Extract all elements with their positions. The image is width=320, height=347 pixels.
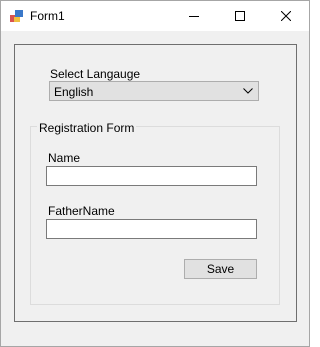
minimize-button[interactable] [171,1,217,31]
language-select[interactable]: English [49,81,259,101]
window-title: Form1 [30,9,65,23]
language-label: Select Langauge [50,67,141,81]
app-icon [10,9,24,23]
maximize-button[interactable] [217,1,263,31]
maximize-icon [235,11,245,21]
save-button[interactable]: Save [184,259,257,279]
father-name-input[interactable] [46,219,257,239]
father-name-label: FatherName [48,204,115,218]
language-selected-value: English [54,85,94,99]
main-panel: Select Langauge English Registration For… [14,44,297,322]
name-input[interactable] [46,166,257,186]
registration-group-title: Registration Form [37,121,137,135]
close-button[interactable] [263,1,309,31]
name-label: Name [48,151,81,165]
chevron-down-icon [243,88,253,94]
minimize-icon [189,16,199,17]
registration-groupbox: Registration Form Name FatherName Save [30,121,280,305]
title-bar[interactable]: Form1 [1,1,309,31]
form-window: Form1 Select Langauge English Registrati… [0,0,310,347]
close-icon [281,11,291,21]
